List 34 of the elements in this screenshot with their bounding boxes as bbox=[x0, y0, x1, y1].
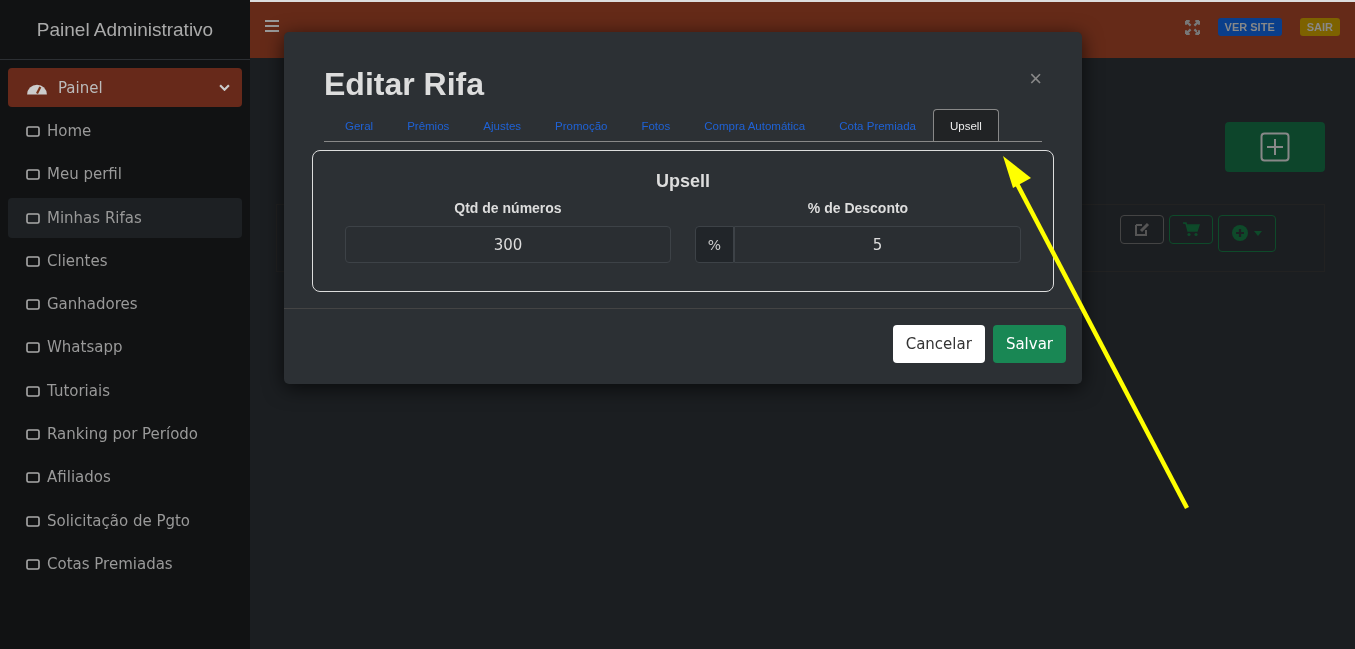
section-title: Upsell bbox=[655, 171, 711, 192]
edit-icon bbox=[1134, 221, 1150, 237]
cart-button[interactable] bbox=[1169, 214, 1213, 244]
footer-button[interactable]: Salvar bbox=[992, 325, 1066, 363]
modal-title: Editar Rifa bbox=[324, 66, 485, 103]
add-dropdown-button[interactable] bbox=[1218, 214, 1276, 252]
sidebar-item[interactable]: Meu perfil bbox=[8, 154, 242, 195]
field-label: % de Desconto bbox=[807, 200, 909, 216]
edit-button[interactable] bbox=[1120, 214, 1164, 244]
footer-button[interactable]: Cancelar bbox=[892, 325, 985, 363]
close-button[interactable]: × bbox=[1029, 66, 1042, 92]
caret-icon bbox=[1254, 230, 1262, 236]
cart-icon bbox=[1182, 221, 1200, 237]
input-field[interactable]: 5 bbox=[734, 226, 1021, 263]
sidebar-item[interactable]: Solicitação de Pgto bbox=[8, 500, 242, 541]
add-button[interactable] bbox=[1225, 122, 1325, 172]
sidebar-item[interactable]: Tutoriais bbox=[8, 370, 242, 411]
tab[interactable]: Upsell bbox=[932, 109, 999, 141]
input-field[interactable]: 300 bbox=[345, 226, 671, 263]
plus-square-icon bbox=[1260, 132, 1290, 162]
sidebar-item[interactable]: Minhas Rifas bbox=[8, 197, 242, 238]
sidebar-item[interactable]: Ganhadores bbox=[8, 284, 242, 325]
chevron-icon bbox=[219, 84, 230, 91]
input-prefix: % bbox=[695, 226, 734, 263]
sidebar-item[interactable]: Whatsapp bbox=[8, 327, 242, 368]
sidebar-item[interactable]: Home bbox=[8, 111, 242, 151]
menu-header[interactable]: Painel bbox=[8, 68, 242, 107]
sidebar-item[interactable]: Afiliados bbox=[8, 457, 242, 498]
field-label: Qtd de números bbox=[454, 200, 562, 216]
fullscreen-icon[interactable] bbox=[1184, 19, 1200, 35]
sidebar-item[interactable]: Ranking por Período bbox=[8, 414, 242, 455]
plus-circle-icon bbox=[1232, 225, 1248, 241]
sidebar-item[interactable]: Clientes bbox=[8, 240, 242, 281]
sidebar-item[interactable]: Cotas Premiadas bbox=[8, 543, 242, 584]
